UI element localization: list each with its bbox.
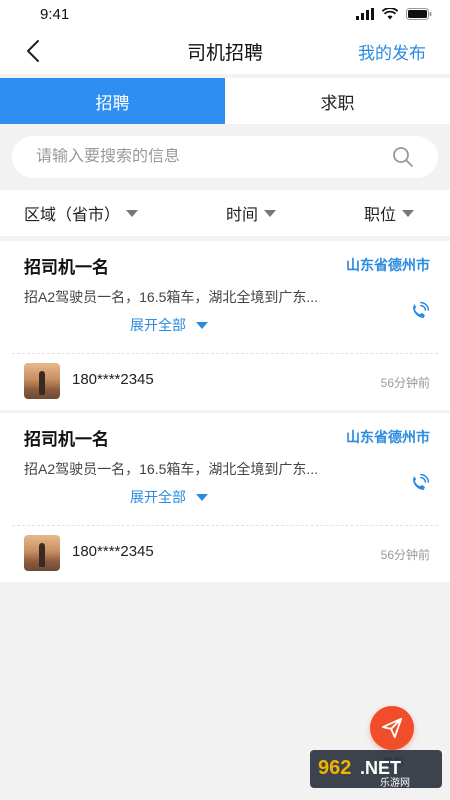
svg-text:962: 962 — [318, 757, 351, 779]
filter-bar: 区域（省市） 时间 职位 — [0, 190, 450, 236]
listing-description: 招A2驾驶员一名，16.5箱车，湖北全境到广东... — [24, 461, 319, 477]
search-box — [12, 136, 438, 178]
svg-text:.NET: .NET — [360, 758, 401, 778]
avatar — [24, 363, 60, 399]
status-time: 9:41 — [40, 5, 70, 23]
wifi-icon — [382, 8, 398, 20]
listing-description: 招A2驾驶员一名，16.5箱车，湖北全境到广东... — [24, 289, 319, 305]
filter-region-label: 区域（省市） — [24, 207, 121, 224]
listing-card[interactable]: 招司机一名 山东省德州市 招A2驾驶员一名，16.5箱车，湖北全境到广东... … — [0, 413, 450, 582]
listing-location: 山东省德州市 — [346, 257, 430, 273]
contact-phone: 180****2345 — [72, 371, 154, 388]
phone-call-icon[interactable] — [408, 473, 430, 495]
tab-recruit[interactable]: 招聘 — [0, 78, 225, 124]
expand-all-button[interactable]: 展开全部 — [130, 315, 208, 335]
back-button[interactable] — [18, 36, 48, 66]
status-bar: 9:41 — [0, 0, 450, 28]
search-input[interactable] — [36, 148, 366, 166]
caret-down-icon — [196, 493, 208, 501]
battery-icon — [406, 8, 432, 20]
post-time: 56分钟前 — [380, 376, 430, 390]
filter-time[interactable]: 时间 — [226, 201, 276, 225]
nav-bar: 司机招聘 我的发布 — [0, 28, 450, 74]
listing-location: 山东省德州市 — [346, 429, 430, 445]
filter-position-label: 职位 — [363, 207, 396, 224]
caret-down-icon — [126, 209, 139, 217]
filter-time-label: 时间 — [225, 207, 258, 224]
filter-region[interactable]: 区域（省市） — [24, 201, 139, 225]
tab-bar: 招聘 求职 — [0, 78, 450, 124]
search-area — [0, 124, 450, 190]
page-title: 司机招聘 — [186, 42, 263, 64]
listing-title: 招司机一名 — [24, 430, 109, 449]
avatar — [24, 535, 60, 571]
filter-position[interactable]: 职位 — [364, 201, 414, 225]
tab-job-seeking[interactable]: 求职 — [225, 78, 450, 124]
paper-plane-icon — [381, 717, 403, 739]
expand-all-label: 展开全部 — [130, 317, 186, 333]
listing-card[interactable]: 招司机一名 山东省德州市 招A2驾驶员一名，16.5箱车，湖北全境到广东... … — [0, 241, 450, 410]
caret-down-icon — [196, 321, 208, 329]
listing-title: 招司机一名 — [24, 258, 109, 277]
expand-all-button[interactable]: 展开全部 — [130, 487, 208, 507]
phone-call-icon[interactable] — [408, 301, 430, 323]
my-posts-link[interactable]: 我的发布 — [358, 39, 426, 64]
caret-down-icon — [264, 209, 276, 217]
expand-all-label: 展开全部 — [130, 489, 186, 505]
post-time: 56分钟前 — [380, 548, 430, 562]
search-icon[interactable] — [392, 146, 414, 168]
chevron-left-icon — [27, 40, 39, 62]
svg-text:乐游网: 乐游网 — [380, 776, 410, 789]
watermark-logo: 962 .NET 乐游网 — [310, 750, 442, 789]
contact-phone: 180****2345 — [72, 543, 154, 560]
caret-down-icon — [401, 209, 414, 217]
status-icons — [356, 8, 432, 20]
signal-icon — [356, 8, 374, 20]
